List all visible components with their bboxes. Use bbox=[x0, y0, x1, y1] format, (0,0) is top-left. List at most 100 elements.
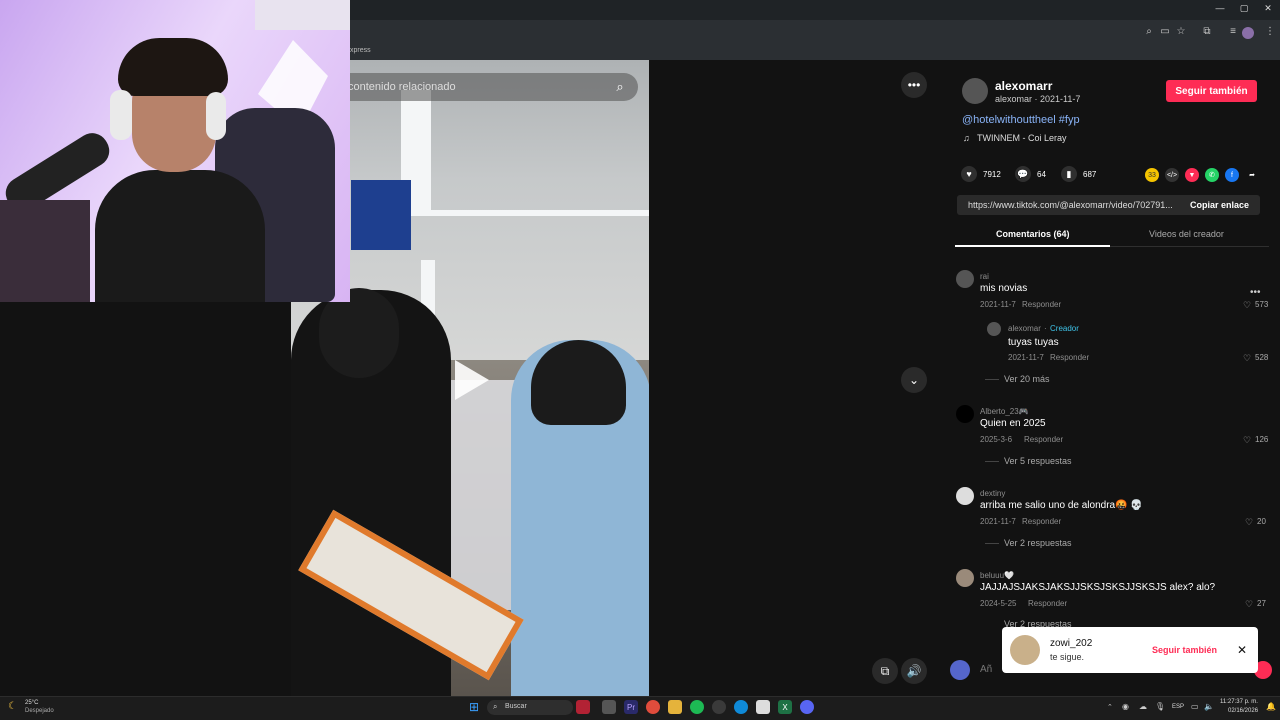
premiere-icon[interactable]: Pr bbox=[624, 700, 638, 714]
taskbar-search[interactable] bbox=[487, 700, 573, 715]
comment-user[interactable]: Alberto_23🎮 bbox=[980, 407, 1029, 416]
bookmark-star-icon[interactable]: ☆ bbox=[1173, 26, 1189, 37]
search-icon[interactable]: ⌕ bbox=[612, 79, 628, 95]
extensions-icon[interactable]: ⧉ bbox=[1199, 26, 1215, 37]
comment-icon[interactable]: 💬 bbox=[1015, 166, 1031, 182]
comment-user[interactable]: dextiny bbox=[980, 489, 1005, 498]
speaker-icon[interactable]: 🔈 bbox=[1204, 702, 1214, 711]
comment-like-icon[interactable]: ♡ bbox=[1243, 353, 1251, 364]
send-icon[interactable]: ▼ bbox=[1185, 168, 1199, 182]
menu-kebab-icon[interactable]: ⋮ bbox=[1262, 26, 1278, 37]
video-frame-sign bbox=[351, 180, 411, 250]
reply-button[interactable]: Responder bbox=[1050, 353, 1089, 362]
tray-chevron-icon[interactable]: ⌃ bbox=[1107, 703, 1113, 711]
notifications-icon[interactable]: 🔔 bbox=[1266, 702, 1276, 711]
reply-button[interactable]: Responder bbox=[1022, 300, 1061, 309]
whatsapp-icon[interactable]: ✆ bbox=[1205, 168, 1219, 182]
video-caption[interactable]: @hotelwithouttheel #fyp bbox=[962, 114, 1080, 126]
chevron-down-icon: ⌄ bbox=[908, 373, 920, 387]
weather-icon[interactable]: ☾ bbox=[8, 701, 17, 712]
clock-time[interactable]: 11:27:37 p. m. bbox=[1220, 699, 1258, 705]
media-icon[interactable]: ≡ bbox=[1225, 26, 1241, 37]
reply-button[interactable]: Responder bbox=[1028, 599, 1067, 608]
bookmark-item[interactable]: xpress bbox=[350, 42, 371, 58]
tab-creator-videos[interactable]: Videos del creador bbox=[1149, 229, 1224, 239]
chrome-icon[interactable] bbox=[646, 700, 660, 714]
minimize-button[interactable]: — bbox=[1208, 3, 1232, 13]
comment-like-icon[interactable]: ♡ bbox=[1243, 435, 1251, 446]
comment-avatar[interactable] bbox=[956, 270, 974, 288]
my-avatar bbox=[950, 660, 970, 680]
music-track[interactable]: TWINNEM - Coi Leray bbox=[977, 133, 1067, 143]
comment-text: Quien en 2025 bbox=[980, 418, 1046, 429]
creator-separator: · bbox=[1044, 324, 1047, 333]
comment-date: 2021-11-7 bbox=[980, 517, 1016, 526]
like-icon[interactable]: ♥ bbox=[961, 166, 977, 182]
embed-icon[interactable]: </> bbox=[1165, 168, 1179, 182]
github-icon[interactable] bbox=[712, 700, 726, 714]
more-options-button[interactable]: ••• bbox=[901, 72, 927, 98]
play-icon[interactable] bbox=[455, 360, 489, 400]
file-explorer-icon[interactable] bbox=[668, 700, 682, 714]
tab-comments[interactable]: Comentarios (64) bbox=[996, 229, 1070, 239]
share-arrow-icon[interactable]: ➦ bbox=[1245, 168, 1259, 182]
windows-start-icon[interactable]: ⊞ bbox=[467, 700, 481, 714]
notification-follow-button[interactable]: Seguir también bbox=[1152, 645, 1217, 655]
comment-like-icon[interactable]: ♡ bbox=[1245, 599, 1253, 610]
creator-username[interactable]: alexomarr bbox=[995, 79, 1052, 93]
language-indicator[interactable]: ESP bbox=[1172, 704, 1184, 710]
save-icon[interactable]: ▮ bbox=[1061, 166, 1077, 182]
volume-button[interactable]: 🔊 bbox=[901, 658, 927, 684]
next-video-button[interactable]: ⌄ bbox=[901, 367, 927, 393]
miniplayer-button[interactable]: ⧉ bbox=[872, 658, 898, 684]
comment-user[interactable]: beluuu🤍 bbox=[980, 571, 1014, 580]
reply-button[interactable]: Responder bbox=[1022, 517, 1061, 526]
comment-more-icon[interactable]: ••• bbox=[1250, 287, 1261, 298]
comment-user[interactable]: rai bbox=[980, 272, 989, 281]
view-more-replies[interactable]: Ver 20 más bbox=[1004, 374, 1050, 384]
close-window-button[interactable]: ✕ bbox=[1256, 3, 1280, 14]
comment-input[interactable]: Añ bbox=[980, 664, 992, 675]
copy-link-button[interactable]: Copiar enlace bbox=[1190, 200, 1249, 210]
comment-avatar[interactable] bbox=[956, 569, 974, 587]
comment-avatar[interactable] bbox=[956, 405, 974, 423]
facebook-icon[interactable]: f bbox=[1225, 168, 1239, 182]
notification-avatar[interactable] bbox=[1010, 635, 1040, 665]
onedrive-icon[interactable]: ☁ bbox=[1139, 702, 1147, 711]
comment-avatar[interactable] bbox=[956, 487, 974, 505]
creator-avatar[interactable] bbox=[962, 78, 988, 104]
thread-line bbox=[985, 543, 999, 544]
share-count-badge[interactable]: 33 bbox=[1145, 168, 1159, 182]
video-frame-person-head bbox=[531, 340, 626, 425]
thread-line bbox=[985, 379, 999, 380]
excel-icon[interactable]: X bbox=[778, 700, 792, 714]
task-view-icon[interactable] bbox=[602, 700, 616, 714]
spotify-icon[interactable] bbox=[690, 700, 704, 714]
profile-avatar[interactable] bbox=[1242, 27, 1254, 39]
mic-icon[interactable]: 🎙 bbox=[1155, 702, 1165, 711]
comment-like-icon[interactable]: ♡ bbox=[1245, 517, 1253, 528]
zoom-icon[interactable]: ⌕ bbox=[1141, 26, 1157, 37]
comment-date: 2024-5-25 bbox=[980, 599, 1017, 608]
comment-like-icon[interactable]: ♡ bbox=[1243, 300, 1251, 311]
clock-date[interactable]: 02/16/2026 bbox=[1228, 708, 1258, 714]
edge-icon[interactable] bbox=[734, 700, 748, 714]
view-more-replies[interactable]: Ver 5 respuestas bbox=[1004, 456, 1072, 466]
reply-date: 2021-11-7 bbox=[1008, 353, 1044, 362]
reply-avatar[interactable] bbox=[987, 322, 1001, 336]
maximize-button[interactable]: ▢ bbox=[1232, 3, 1256, 14]
tray-app-icon[interactable]: ◉ bbox=[1122, 702, 1129, 711]
reply-button[interactable]: Responder bbox=[1024, 435, 1063, 444]
reply-user[interactable]: alexomar bbox=[1008, 324, 1041, 333]
store-icon[interactable] bbox=[756, 700, 770, 714]
close-icon[interactable]: ✕ bbox=[1237, 643, 1247, 657]
view-more-replies[interactable]: Ver 2 respuestas bbox=[1004, 538, 1072, 548]
video-link-text[interactable]: https://www.tiktok.com/@alexomarr/video/… bbox=[968, 200, 1178, 210]
follow-button[interactable]: Seguir también bbox=[1166, 80, 1257, 102]
discord-icon[interactable] bbox=[800, 700, 814, 714]
network-icon[interactable]: ▭ bbox=[1191, 702, 1199, 711]
cast-icon[interactable]: ▭ bbox=[1157, 26, 1173, 37]
notification-user[interactable]: zowi_202 bbox=[1050, 638, 1092, 649]
flag-icon[interactable] bbox=[576, 700, 590, 714]
comment-date: 2021-11-7 bbox=[980, 300, 1016, 309]
